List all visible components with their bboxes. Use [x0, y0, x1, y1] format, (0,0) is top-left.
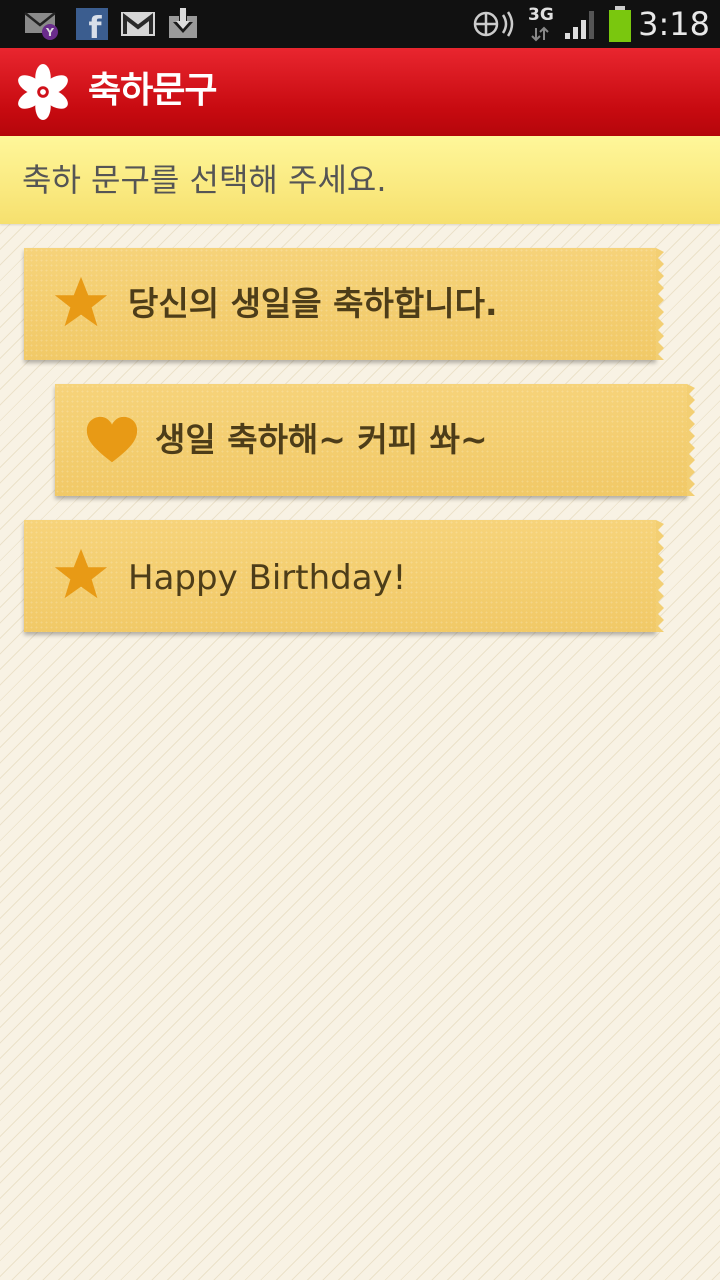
data-sync-icon: [473, 11, 514, 37]
sync-arrows-icon: [531, 26, 549, 42]
flower-logo-icon[interactable]: [14, 63, 72, 121]
heart-icon: [86, 416, 138, 463]
app-title: 축하문구: [88, 70, 217, 111]
star-icon: [54, 548, 108, 599]
message-text: Happy Birthday!: [128, 558, 407, 598]
network-type: 3G: [528, 5, 554, 25]
facebook-icon: f: [76, 8, 108, 40]
star-icon: [54, 276, 108, 327]
status-bar: Y f 3G 3:18: [0, 0, 720, 48]
svg-text:Y: Y: [45, 26, 55, 39]
signal-icon: [565, 11, 594, 39]
battery-icon: [609, 6, 631, 42]
torn-edge: [656, 520, 664, 632]
instruction-text: 축하 문구를 선택해 주세요.: [22, 161, 387, 199]
message-item[interactable]: 당신의 생일을 축하합니다.: [24, 248, 664, 360]
message-text: 생일 축하해~ 커피 쏴~: [155, 420, 488, 459]
clock: 3:18: [638, 5, 710, 43]
message-text: 당신의 생일을 축하합니다.: [128, 284, 498, 323]
message-item[interactable]: Happy Birthday!: [24, 520, 664, 632]
torn-edge: [687, 384, 695, 496]
system-icons: 3G 3:18: [460, 0, 720, 48]
app-bar: 축하문구: [0, 48, 720, 136]
instruction-banner: 축하 문구를 선택해 주세요.: [0, 136, 720, 224]
message-item[interactable]: 생일 축하해~ 커피 쏴~: [55, 384, 695, 496]
download-icon: [169, 8, 197, 38]
svg-text:f: f: [88, 11, 102, 40]
torn-edge: [656, 248, 664, 360]
yahoo-mail-icon: Y: [24, 12, 58, 40]
gmail-icon: [121, 12, 155, 36]
